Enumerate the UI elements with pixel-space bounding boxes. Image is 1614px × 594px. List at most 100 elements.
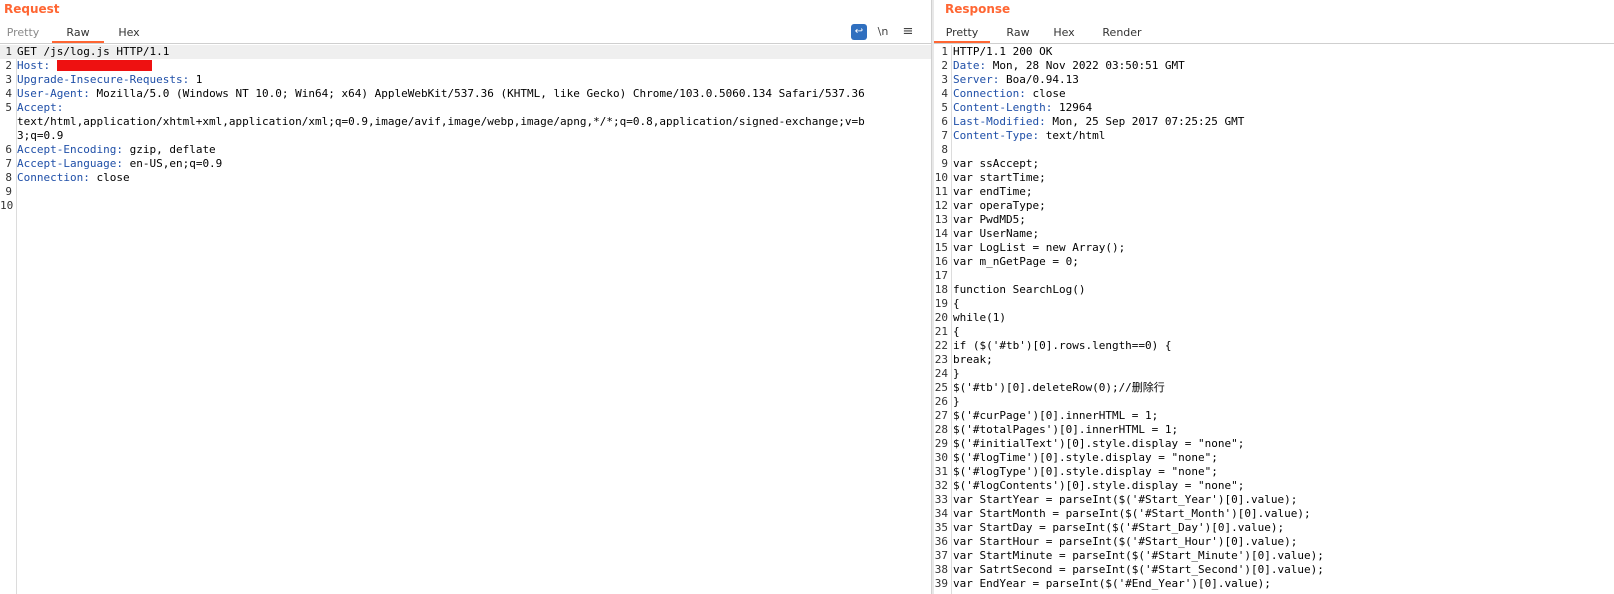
line-content: $('#logContents')[0].style.display = "no…: [948, 479, 1244, 493]
header-value: {: [953, 325, 960, 338]
header-value: var SatrtSecond = parseInt($('#Start_Sec…: [953, 563, 1324, 576]
response-tab-pretty[interactable]: Pretty: [934, 23, 990, 43]
code-line: 23 break;: [934, 353, 1614, 367]
line-content: Content-Length: 12964: [948, 101, 1092, 115]
line-number: 11: [934, 185, 948, 198]
request-editor[interactable]: 1 GET /js/log.js HTTP/1.1 2 Host: 3 Upgrade-…: [0, 45, 931, 594]
line-content: while(1): [948, 311, 1006, 325]
line-content: var StartMinute = parseInt($('#Start_Min…: [948, 549, 1324, 563]
request-lines: 1 GET /js/log.js HTTP/1.1 2 Host: 3 Upgrade-…: [0, 45, 931, 213]
header-value: en-US,en;q=0.9: [122, 157, 223, 170]
request-title: Request: [4, 2, 60, 16]
line-content: {: [948, 297, 960, 311]
header-value: 12964: [1052, 101, 1093, 114]
code-line: 19 {: [934, 297, 1614, 311]
line-number: 4: [5, 87, 12, 100]
line-content: var PwdMD5;: [948, 213, 1026, 227]
line-number: 2: [5, 59, 12, 72]
line-number: 17: [934, 269, 948, 282]
header-name: Date:: [953, 59, 987, 72]
code-line: 13 var PwdMD5;: [934, 213, 1614, 227]
header-value: var operaType;: [953, 199, 1046, 212]
header-value: }: [953, 395, 960, 408]
line-number: 4: [941, 87, 948, 100]
line-number: 19: [934, 297, 948, 310]
line-content: var EndYear = parseInt($('#End_Year')[0]…: [948, 577, 1271, 591]
response-tab-hex[interactable]: Hex: [1044, 23, 1084, 43]
header-value: $('#initialText')[0].style.display = "no…: [953, 437, 1245, 450]
line-number: 9: [5, 185, 12, 198]
code-line: 18 function SearchLog(): [934, 283, 1614, 297]
code-line: 21 {: [934, 325, 1614, 339]
header-value: while(1): [953, 311, 1006, 324]
header-name: Connection:: [953, 87, 1026, 100]
line-number: 26: [934, 395, 948, 408]
code-line: text/html,application/xhtml+xml,applicat…: [0, 115, 931, 129]
line-number: 28: [934, 423, 948, 436]
header-name: Accept:: [17, 101, 64, 114]
code-line: 17: [934, 269, 1614, 283]
code-line: 8 Connection: close: [0, 171, 931, 185]
word-wrap-icon[interactable]: ↩: [851, 24, 867, 40]
request-tab-pretty[interactable]: Pretty: [0, 23, 46, 43]
line-number: 14: [934, 227, 948, 240]
line-number: 36: [934, 535, 948, 548]
header-value: var EndYear = parseInt($('#End_Year')[0]…: [953, 577, 1271, 590]
request-pane: Request Pretty Raw Hex ↩ \n ≡ 1 GET /js/l…: [0, 0, 931, 594]
header-value: var startTime;: [953, 171, 1046, 184]
header-name: Upgrade-Insecure-Requests:: [17, 73, 190, 86]
header-value: var ssAccept;: [953, 157, 1040, 170]
line-number: [0, 115, 12, 129]
line-content: Host:: [12, 59, 152, 73]
line-content: HTTP/1.1 200 OK: [948, 45, 1052, 59]
response-tab-raw[interactable]: Raw: [998, 23, 1038, 43]
line-number: 1: [5, 45, 12, 58]
line-number: 6: [5, 143, 12, 156]
header-value: var StartMinute = parseInt($('#Start_Min…: [953, 549, 1324, 562]
header-value: var endTime;: [953, 185, 1033, 198]
line-content: Accept:: [12, 101, 63, 115]
line-number: 3: [5, 73, 12, 86]
code-line: 26}: [934, 395, 1614, 409]
line-number: 34: [934, 507, 948, 520]
header-name: Accept-Encoding:: [17, 143, 123, 156]
code-line: 22 if ($('#tb')[0].rows.length==0) {: [934, 339, 1614, 353]
line-content: $('#totalPages')[0].innerHTML = 1;: [948, 423, 1178, 437]
show-newlines-button[interactable]: \n: [874, 24, 892, 40]
line-number: 21: [934, 325, 948, 338]
code-line: 10 var startTime;: [934, 171, 1614, 185]
header-value: var PwdMD5;: [953, 213, 1026, 226]
line-number: 27: [934, 409, 948, 422]
line-content: var operaType;: [948, 199, 1046, 213]
request-tab-raw[interactable]: Raw: [52, 23, 104, 43]
code-line: 32 $('#logContents')[0].style.display = "…: [934, 479, 1614, 493]
code-line: 15 var LogList = new Array();: [934, 241, 1614, 255]
header-value: $('#tb')[0].deleteRow(0);//删除行: [953, 381, 1165, 394]
line-content: Accept-Language: en-US,en;q=0.9: [12, 157, 222, 171]
code-line: 8: [934, 143, 1614, 157]
line-content: }: [948, 367, 960, 381]
line-number: [0, 129, 12, 143]
line-number: 1: [941, 45, 948, 58]
line-number: 13: [934, 213, 948, 226]
line-number: 5: [5, 101, 12, 114]
header-value: close: [89, 171, 130, 184]
line-content: Upgrade-Insecure-Requests: 1: [12, 73, 202, 87]
menu-icon[interactable]: ≡: [901, 24, 915, 40]
code-line: 1 GET /js/log.js HTTP/1.1: [0, 45, 931, 59]
header-value: Boa/0.94.13: [999, 73, 1079, 86]
code-line: 9 var ssAccept;: [934, 157, 1614, 171]
response-editor[interactable]: 1 HTTP/1.1 200 OK 2 Date: Mon, 28 Nov 2022 …: [934, 45, 1614, 594]
header-value: $('#logType')[0].style.display = "none";: [953, 465, 1218, 478]
line-content: var UserName;: [948, 227, 1039, 241]
response-tab-render[interactable]: Render: [1094, 23, 1150, 43]
line-number: 29: [934, 437, 948, 450]
code-line: 37 var StartMinute = parseInt($('#Start_M…: [934, 549, 1614, 563]
line-number: 15: [934, 241, 948, 254]
request-tab-hex[interactable]: Hex: [110, 23, 148, 43]
code-line: 3;q=0.9: [0, 129, 931, 143]
line-content: [12, 199, 17, 213]
line-number: 6: [941, 115, 948, 128]
header-name: Last-Modified:: [953, 115, 1046, 128]
redacted-host-block: [56, 59, 152, 71]
